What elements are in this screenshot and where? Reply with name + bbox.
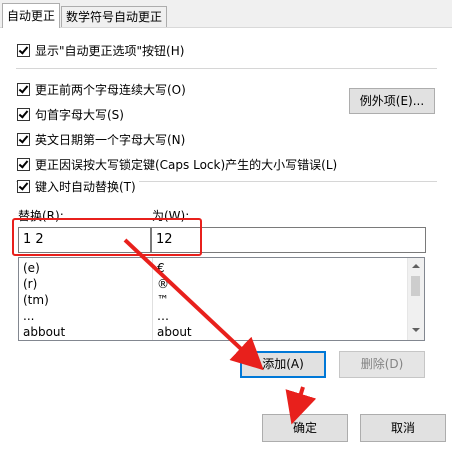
tab-autocorrect[interactable]: 自动更正 (2, 3, 61, 28)
arrow-to-ok-icon (285, 386, 317, 425)
annotation-arrows (123, 238, 317, 425)
tab-label: 自动更正 (7, 9, 56, 23)
arrow-to-add-icon (123, 238, 264, 371)
